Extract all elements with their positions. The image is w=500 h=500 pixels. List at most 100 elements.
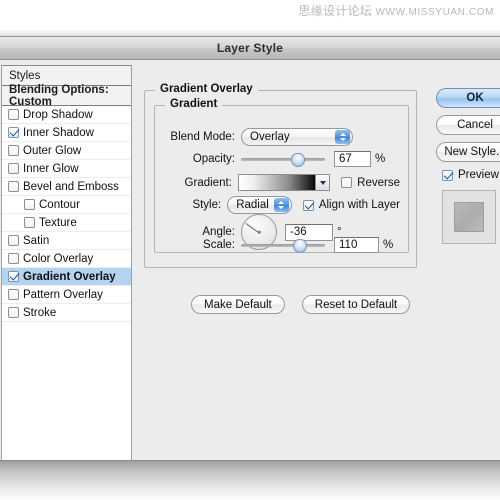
- effect-label: Pattern Overlay: [23, 288, 103, 301]
- effect-checkbox[interactable]: [8, 253, 19, 264]
- scale-row: Scale: 110 %: [155, 237, 400, 253]
- preview-checkbox-box[interactable]: [442, 169, 453, 181]
- effect-row-outer-glow[interactable]: Outer Glow: [2, 142, 131, 160]
- blending-options-label: Blending Options: Custom: [9, 83, 109, 108]
- watermark-url: WWW.MISSYUAN.COM: [375, 7, 494, 18]
- effect-row-stroke[interactable]: Stroke: [2, 304, 131, 322]
- blend-mode-select[interactable]: Overlay: [241, 128, 353, 146]
- reverse-checkbox[interactable]: Reverse: [341, 177, 400, 189]
- align-with-layer-label: Align with Layer: [318, 199, 400, 211]
- default-buttons: Make Default Reset to Default: [191, 295, 411, 314]
- preview-thumbnail: [442, 190, 496, 244]
- opacity-slider-track: [241, 158, 325, 161]
- effect-label: Inner Shadow: [23, 126, 94, 139]
- watermark-chinese: 思缘设计论坛: [298, 4, 373, 18]
- effect-checkbox[interactable]: [8, 127, 19, 138]
- effect-row-bevel-and-emboss[interactable]: Bevel and Emboss: [2, 178, 131, 196]
- opacity-slider-thumb[interactable]: [291, 153, 306, 167]
- scale-slider[interactable]: [241, 238, 325, 253]
- style-row: Style: Radial Align with Layer: [155, 196, 400, 214]
- gradient-group: Gradient Blend Mode: Overlay Opacity: 67…: [154, 98, 409, 253]
- app-top-strip: [0, 28, 500, 36]
- reset-to-default-button[interactable]: Reset to Default: [301, 295, 411, 314]
- dialog-actions: OK Cancel New Style... Preview: [436, 88, 500, 244]
- opacity-unit: %: [375, 153, 386, 165]
- cancel-button[interactable]: Cancel: [436, 115, 500, 135]
- effect-checkbox[interactable]: [8, 109, 19, 120]
- scale-value: 110: [339, 239, 358, 251]
- app-bottom-strip: [0, 460, 500, 500]
- effect-label: Drop Shadow: [23, 108, 93, 121]
- preview-label: Preview: [458, 169, 499, 181]
- effect-row-texture[interactable]: Texture: [2, 214, 131, 232]
- effect-checkbox[interactable]: [8, 235, 19, 246]
- effect-checkbox[interactable]: [24, 217, 35, 228]
- gradient-overlay-group-title: Gradient Overlay: [155, 83, 258, 95]
- effects-list: Drop Shadow Inner Shadow Outer Glow Inner G…: [2, 106, 131, 322]
- scale-label: Scale:: [203, 239, 235, 251]
- opacity-slider[interactable]: [241, 152, 325, 167]
- effect-checkbox[interactable]: [8, 145, 19, 156]
- effect-checkbox[interactable]: [8, 163, 19, 174]
- screen: 思缘设计论坛 WWW.MISSYUAN.COM Layer Style Styl…: [0, 0, 500, 500]
- style-select[interactable]: Radial: [227, 196, 292, 214]
- effect-checkbox[interactable]: [24, 199, 35, 210]
- scale-unit: %: [383, 239, 394, 251]
- chevron-updown-icon: [273, 198, 289, 212]
- blend-mode-row: Blend Mode: Overlay: [155, 128, 400, 146]
- effect-label: Contour: [39, 198, 80, 211]
- scale-input[interactable]: 110: [334, 237, 379, 253]
- preview-checkbox[interactable]: Preview: [442, 169, 500, 181]
- effect-label: Inner Glow: [23, 162, 79, 175]
- gradient-swatch[interactable]: [237, 174, 331, 191]
- ok-button[interactable]: OK: [436, 88, 500, 108]
- blending-options-row[interactable]: Blending Options: Custom: [2, 83, 131, 108]
- reverse-checkbox-box[interactable]: [341, 177, 353, 188]
- watermark: 思缘设计论坛 WWW.MISSYUAN.COM: [298, 2, 494, 19]
- new-style-button[interactable]: New Style...: [436, 142, 500, 162]
- effect-row-inner-shadow[interactable]: Inner Shadow: [2, 124, 131, 142]
- effect-row-inner-glow[interactable]: Inner Glow: [2, 160, 131, 178]
- opacity-value: 67: [339, 153, 352, 165]
- effect-label: Gradient Overlay: [23, 270, 116, 283]
- opacity-label: Opacity:: [192, 153, 235, 165]
- dialog-body: Styles Blending Options: Custom Drop Sha…: [0, 60, 500, 475]
- gradient-group-title: Gradient: [165, 98, 223, 110]
- align-with-layer-checkbox[interactable]: Align with Layer: [302, 199, 400, 211]
- chevron-updown-icon: [335, 130, 350, 144]
- gradient-row: Gradient: Reverse: [155, 174, 400, 191]
- effect-row-gradient-overlay[interactable]: Gradient Overlay: [2, 268, 131, 286]
- style-value: Radial: [236, 199, 269, 211]
- align-with-layer-checkbox-box[interactable]: [302, 199, 314, 211]
- effect-row-contour[interactable]: Contour: [2, 196, 131, 214]
- dialog-titlebar[interactable]: Layer Style: [0, 37, 500, 60]
- gradient-overlay-panel: Gradient Overlay Gradient Blend Mode: Ov…: [144, 83, 417, 314]
- effect-label: Satin: [23, 234, 50, 247]
- effect-row-color-overlay[interactable]: Color Overlay: [2, 250, 131, 268]
- gradient-overlay-group: Gradient Overlay Gradient Blend Mode: Ov…: [144, 83, 417, 268]
- effect-checkbox[interactable]: [8, 271, 19, 282]
- make-default-button[interactable]: Make Default: [191, 295, 285, 314]
- opacity-input[interactable]: 67: [334, 151, 371, 167]
- effect-checkbox[interactable]: [8, 181, 19, 192]
- preview-thumbnail-shape: [454, 202, 484, 232]
- effect-label: Texture: [39, 216, 77, 229]
- effect-row-satin[interactable]: Satin: [2, 232, 131, 250]
- scale-slider-track: [241, 244, 325, 247]
- styles-header-label: Styles: [9, 69, 41, 82]
- effect-label: Color Overlay: [23, 252, 94, 265]
- angle-dial-center-dot: [257, 230, 261, 234]
- effect-checkbox[interactable]: [8, 307, 19, 318]
- effect-row-drop-shadow[interactable]: Drop Shadow: [2, 106, 131, 124]
- effect-label: Stroke: [23, 306, 57, 319]
- styles-list-panel[interactable]: Styles Blending Options: Custom Drop Sha…: [1, 65, 132, 475]
- style-label: Style:: [192, 199, 222, 211]
- scale-slider-thumb[interactable]: [292, 239, 307, 253]
- effect-row-pattern-overlay[interactable]: Pattern Overlay: [2, 286, 131, 304]
- blend-mode-label: Blend Mode:: [170, 131, 235, 143]
- dialog-title: Layer Style: [216, 41, 284, 55]
- chevron-down-icon[interactable]: [315, 175, 330, 190]
- effect-checkbox[interactable]: [8, 289, 19, 300]
- effect-label: Bevel and Emboss: [23, 180, 119, 193]
- opacity-row: Opacity: 67 %: [155, 151, 400, 167]
